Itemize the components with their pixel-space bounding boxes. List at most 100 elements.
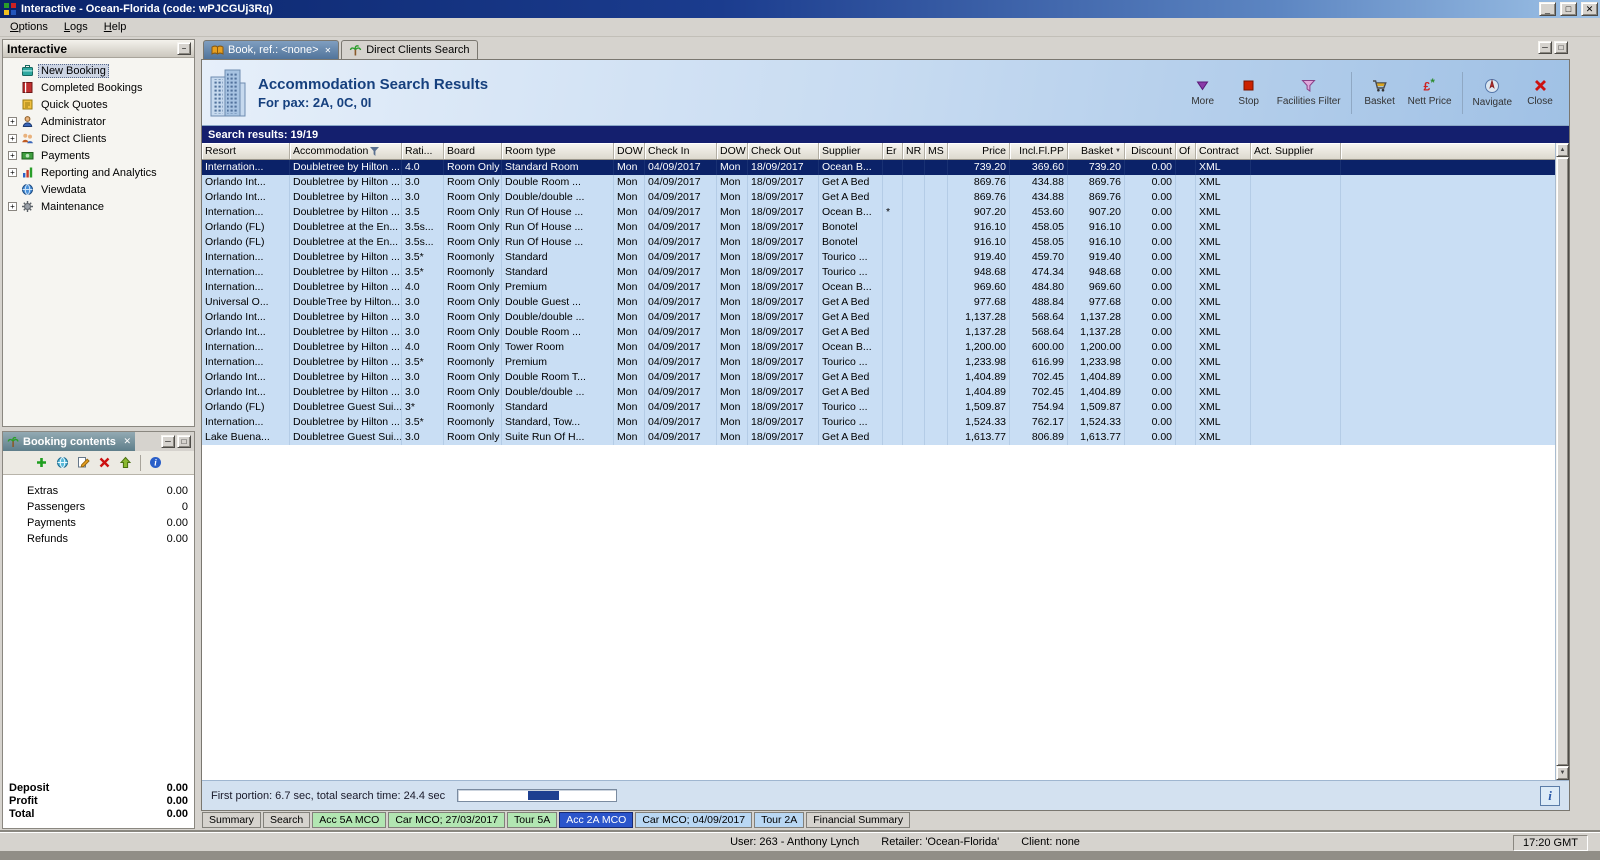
bottom-tab-car-mco-04-09-2017[interactable]: Car MCO; 04/09/2017 [635, 812, 753, 828]
table-row[interactable]: Internation... Doubletree by Hilton ... 3.… [202, 355, 1569, 370]
column-header-incl-fl-pp[interactable]: Incl.Fl.PP [1010, 143, 1068, 159]
tabstrip-minimize-icon[interactable]: ─ [1538, 41, 1552, 54]
table-row[interactable]: Internation... Doubletree by Hilton ... 3.… [202, 265, 1569, 280]
column-header-discount[interactable]: Discount [1125, 143, 1176, 159]
expand-icon[interactable]: + [8, 117, 17, 126]
bottom-tab-financial-summary[interactable]: Financial Summary [806, 812, 911, 828]
info-icon[interactable]: i [149, 456, 162, 469]
tabstrip-restore-icon[interactable]: □ [1554, 41, 1568, 54]
table-row[interactable]: Orlando (FL) Doubletree Guest Sui... 3* Roo… [202, 400, 1569, 415]
bottom-tab-tour-2a[interactable]: Tour 2A [754, 812, 805, 828]
table-row[interactable]: Internation... Doubletree by Hilton ... 3.… [202, 415, 1569, 430]
close-window-button[interactable]: ✕ [1581, 2, 1598, 16]
column-header-resort[interactable]: Resort [202, 143, 290, 159]
column-header-rati[interactable]: Rati... [402, 143, 444, 159]
column-header-of[interactable]: Of [1176, 143, 1196, 159]
delete-icon[interactable] [98, 456, 111, 469]
expand-icon[interactable]: + [8, 202, 17, 211]
table-row[interactable]: Internation... Doubletree by Hilton ... 3.… [202, 250, 1569, 265]
up-icon[interactable] [119, 456, 132, 469]
sidebar-item-reporting-and-analytics[interactable]: + Reporting and Analytics [3, 164, 194, 181]
scroll-up-icon[interactable]: ▲ [1556, 143, 1569, 157]
vertical-scrollbar[interactable]: ▲ ▼ [1555, 143, 1569, 780]
column-header-room-type[interactable]: Room type [502, 143, 614, 159]
sidebar-item-payments[interactable]: + Payments [3, 147, 194, 164]
scrollbar-track[interactable] [1556, 157, 1569, 766]
menu-options[interactable]: Options [2, 19, 56, 35]
globe-icon[interactable] [56, 456, 69, 469]
bottom-tab-summary[interactable]: Summary [202, 812, 261, 828]
expand-icon[interactable]: + [8, 151, 17, 160]
column-header-nr[interactable]: NR [903, 143, 925, 159]
sidebar-item-completed-bookings[interactable]: Completed Bookings [3, 79, 194, 96]
cell-rati: 3.0 [402, 325, 444, 340]
table-row[interactable]: Orlando Int... Doubletree by Hilton ... 3.… [202, 310, 1569, 325]
maximize-button[interactable]: □ [1560, 2, 1577, 16]
basket-button[interactable]: Basket [1357, 68, 1403, 118]
status-user: User: 263 - Anthony Lynch [730, 836, 860, 848]
column-header-er[interactable]: Er [883, 143, 903, 159]
column-header-price[interactable]: Price [948, 143, 1010, 159]
table-row[interactable]: Internation... Doubletree by Hilton ... 4.… [202, 280, 1569, 295]
table-row[interactable]: Orlando Int... Doubletree by Hilton ... 3.… [202, 370, 1569, 385]
table-row[interactable]: Orlando Int... Doubletree by Hilton ... 3.… [202, 190, 1569, 205]
scroll-down-icon[interactable]: ▼ [1556, 766, 1569, 780]
collapse-panel-icon[interactable]: − [177, 42, 191, 55]
column-header-ms[interactable]: MS [925, 143, 948, 159]
menu-logs[interactable]: Logs [56, 19, 96, 35]
table-row[interactable]: Orlando (FL) Doubletree at the En... 3.5s.… [202, 220, 1569, 235]
menu-help[interactable]: Help [96, 19, 135, 35]
table-row[interactable]: Orlando Int... Doubletree by Hilton ... 3.… [202, 325, 1569, 340]
sidebar-item-viewdata[interactable]: Viewdata [3, 181, 194, 198]
column-header-act-supplier[interactable]: Act. Supplier [1251, 143, 1341, 159]
table-row[interactable]: Internation... Doubletree by Hilton ... 4.… [202, 340, 1569, 355]
close-button[interactable]: Close [1517, 68, 1563, 118]
facilities-filter-button[interactable]: Facilities Filter [1272, 68, 1346, 118]
bottom-tab-search[interactable]: Search [262, 812, 311, 828]
navigate-button[interactable]: Navigate [1468, 68, 1517, 118]
table-row[interactable]: Internation... Doubletree by Hilton ... 3.… [202, 205, 1569, 220]
more-button[interactable]: More [1180, 68, 1226, 118]
column-header-accommodation[interactable]: Accommodation [290, 143, 402, 159]
table-row[interactable]: Lake Buena... Doubletree Guest Sui... 3.0 R… [202, 430, 1569, 445]
column-header-dow[interactable]: DOW [614, 143, 645, 159]
column-header-dow[interactable]: DOW [717, 143, 748, 159]
booking-contents-title-area[interactable]: Booking contents ✕ [3, 432, 135, 451]
sidebar-item-quick-quotes[interactable]: Quick Quotes [3, 96, 194, 113]
column-header-check-out[interactable]: Check Out [748, 143, 819, 159]
table-row[interactable]: Orlando (FL) Doubletree at the En... 3.5s.… [202, 235, 1569, 250]
column-header-board[interactable]: Board [444, 143, 502, 159]
bottom-tab-acc-5a-mco[interactable]: Acc 5A MCO [312, 812, 387, 828]
table-row[interactable]: Universal O... DoubleTree by Hilton... 3.0… [202, 295, 1569, 310]
column-header-basket[interactable]: Basket ▼ [1068, 143, 1125, 159]
bottom-tab-tour-5a[interactable]: Tour 5A [507, 812, 558, 828]
add-icon[interactable] [35, 456, 48, 469]
edit-icon[interactable] [77, 456, 90, 469]
column-header-check-in[interactable]: Check In [645, 143, 717, 159]
minimize-button[interactable]: _ [1539, 2, 1556, 16]
table-row[interactable]: Orlando Int... Doubletree by Hilton ... 3.… [202, 385, 1569, 400]
table-row[interactable]: Internation... Doubletree by Hilton ... 4.… [202, 160, 1569, 175]
scrollbar-thumb[interactable] [1556, 157, 1569, 766]
booking-contents-close-icon[interactable]: ✕ [123, 436, 131, 447]
sidebar-item-maintenance[interactable]: + Maintenance [3, 198, 194, 215]
sidebar-item-direct-clients[interactable]: + Direct Clients [3, 130, 194, 147]
tab-close-icon[interactable]: ✕ [325, 46, 332, 55]
table-row[interactable]: Orlando Int... Doubletree by Hilton ... 3.… [202, 175, 1569, 190]
sidebar-item-new-booking[interactable]: New Booking [3, 62, 194, 79]
tab-direct-clients-search[interactable]: Direct Clients Search [341, 40, 478, 59]
booking-restore-icon[interactable]: □ [177, 435, 191, 448]
info-button[interactable]: i [1540, 785, 1560, 806]
stop-button[interactable]: Stop [1226, 68, 1272, 118]
expand-icon[interactable]: + [8, 168, 17, 177]
booking-minimize-icon[interactable]: ─ [161, 435, 175, 448]
expand-icon[interactable]: + [8, 134, 17, 143]
nett-price-button[interactable]: £ * Nett Price [1403, 68, 1457, 118]
bottom-tab-car-mco-27-03-2017[interactable]: Car MCO; 27/03/2017 [388, 812, 506, 828]
column-header-contract[interactable]: Contract [1196, 143, 1251, 159]
tab-book-ref-none[interactable]: Book, ref.: <none> ✕ [203, 40, 340, 59]
cell-price: 1,404.89 [948, 370, 1010, 385]
column-header-supplier[interactable]: Supplier [819, 143, 883, 159]
sidebar-item-administrator[interactable]: + Administrator [3, 113, 194, 130]
bottom-tab-acc-2a-mco[interactable]: Acc 2A MCO [559, 812, 634, 828]
